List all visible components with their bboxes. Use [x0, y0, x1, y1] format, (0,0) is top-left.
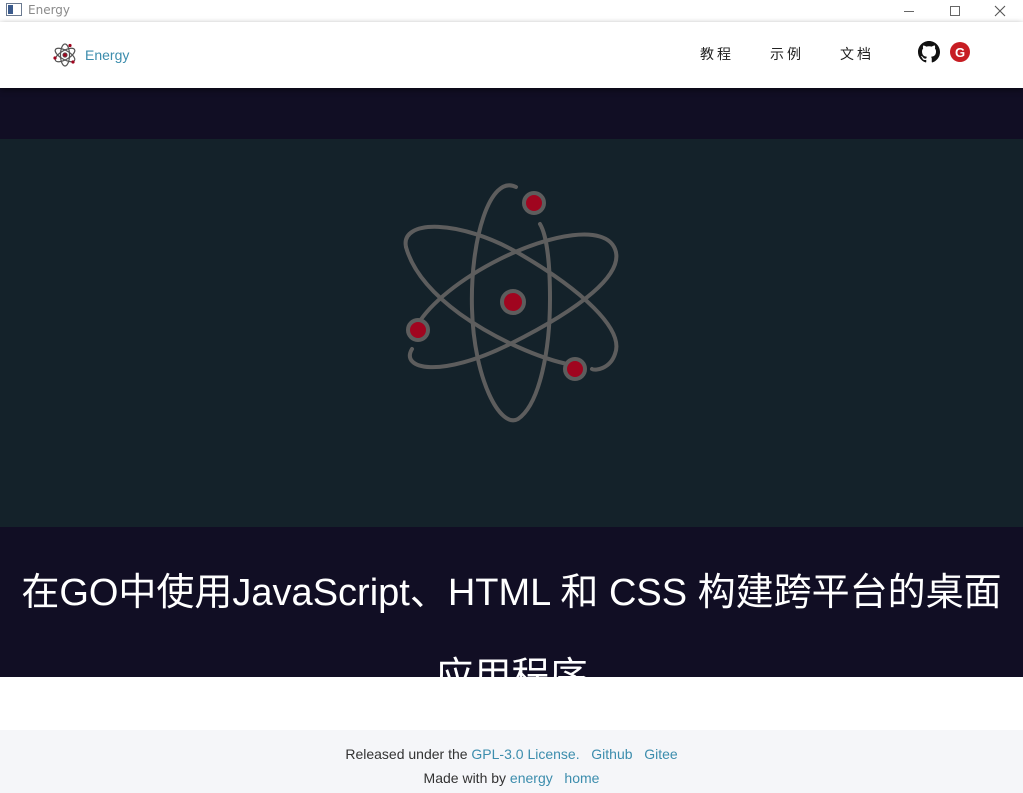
maximize-icon [950, 6, 960, 16]
hero-title: 在GO中使用JavaScript、HTML 和 CSS 构建跨平台的桌面应用程序 [21, 572, 1002, 677]
energy-link[interactable]: energy [510, 770, 553, 786]
brand-name: Energy [85, 47, 130, 63]
github-link[interactable]: Github [591, 746, 632, 762]
license-link[interactable]: GPL-3.0 License. [471, 746, 579, 762]
maximize-button[interactable] [932, 0, 978, 22]
nav-link-examples[interactable]: 示例 [770, 44, 804, 64]
nav-link-tutorial[interactable]: 教程 [700, 44, 734, 64]
footer-license-prefix: Released under the [345, 746, 468, 762]
home-link[interactable]: home [564, 770, 599, 786]
close-icon [994, 5, 1006, 17]
hero-top-band [0, 88, 1023, 139]
window-title: Energy [28, 3, 71, 17]
hero-image [0, 139, 1023, 527]
top-navbar: Energy 教程 示例 文档 G [0, 22, 1023, 88]
hero-atom-icon [403, 183, 619, 423]
atom-icon [53, 43, 76, 67]
nav-links: 教程 示例 文档 [700, 44, 910, 64]
content-gap [0, 677, 1023, 730]
github-icon[interactable] [918, 41, 940, 63]
hero-text-band: 在GO中使用JavaScript、HTML 和 CSS 构建跨平台的桌面应用程序 [0, 527, 1023, 677]
social-links: G [918, 41, 970, 63]
nav-link-docs[interactable]: 文档 [840, 44, 874, 64]
footer-madewith-prefix: Made with by [423, 770, 507, 786]
minimize-icon [904, 10, 914, 12]
gitee-link[interactable]: Gitee [644, 746, 677, 762]
window-titlebar: Energy [0, 0, 1023, 22]
footer-license-line: Released under the GPL-3.0 License. Gith… [0, 746, 1023, 762]
gitee-icon[interactable]: G [950, 42, 970, 62]
brand-link[interactable]: Energy [52, 42, 129, 68]
footer: Released under the GPL-3.0 License. Gith… [0, 730, 1023, 793]
close-button[interactable] [977, 0, 1023, 22]
app-window-icon [6, 3, 22, 16]
footer-madewith-line: Made with by energy home [0, 770, 1023, 786]
minimize-button[interactable] [886, 0, 932, 22]
